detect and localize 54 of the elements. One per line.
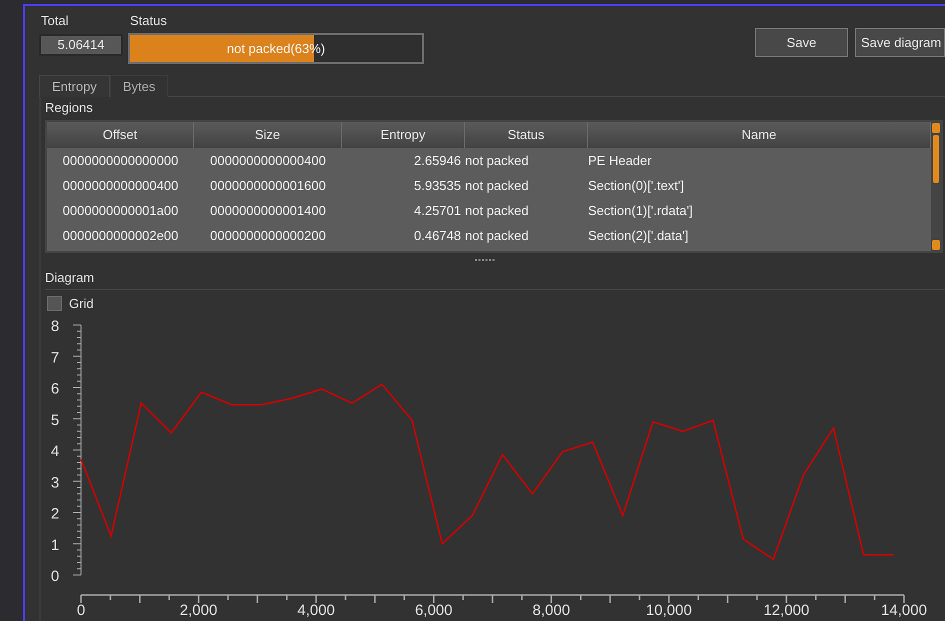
save-button[interactable]: Save <box>755 28 848 57</box>
table-cell-text: not packed <box>465 177 530 195</box>
y-tick-label: 8 <box>50 318 60 335</box>
grid-label[interactable]: Grid <box>69 296 94 310</box>
column-header[interactable]: Size <box>194 122 342 148</box>
table-cell-text: not packed <box>465 202 530 220</box>
x-tick-label: 6,000 <box>414 602 452 619</box>
column-header[interactable]: Offset <box>47 122 194 148</box>
y-tick-label: 6 <box>50 380 60 398</box>
scrollbar[interactable] <box>931 122 941 251</box>
table-cell-text: 0000000000001400 <box>209 202 327 220</box>
table-cell-text: 0000000000001600 <box>209 177 327 195</box>
y-tick-label: 1 <box>50 536 60 554</box>
y-tick-label: 3 <box>50 474 60 492</box>
table-cell-text: Section(0)['.text'] <box>588 177 686 195</box>
save-button[interactable]: Save diagram <box>855 28 945 57</box>
diagram-label: Diagram <box>45 269 96 287</box>
tab[interactable]: Entropy <box>39 75 110 97</box>
x-tick-label: 8,000 <box>532 602 570 619</box>
x-tick-label: 14,000 <box>881 602 927 619</box>
x-tick-label: 2,000 <box>180 602 218 619</box>
table-cell-text: 4.25701 <box>413 202 462 220</box>
tab[interactable]: Bytes <box>110 75 168 97</box>
table-cell-text: 0000000000001a00 <box>62 202 180 220</box>
table-cell-text: 0000000000000400 <box>209 152 327 170</box>
table-cell-text: PE Header <box>588 152 653 170</box>
table-cell-text: Section(1)['.rdata'] <box>588 202 694 220</box>
grid-checkbox[interactable] <box>47 296 62 310</box>
table-cell-text: 2.65946 <box>413 152 462 170</box>
table-cell-text: 0000000000000000 <box>62 152 180 170</box>
column-header[interactable]: Status <box>465 122 588 148</box>
table-cell-text: Section(2)['.data'] <box>588 227 690 245</box>
table-cell-text: 0000000000000400 <box>62 177 180 195</box>
status-label: Status <box>130 14 168 28</box>
table-cell-text: 5.93535 <box>413 177 462 195</box>
splitter-handle-icon[interactable] <box>475 258 495 262</box>
table-cell-text: not packed <box>465 152 530 170</box>
total-field: 5.06414 <box>39 34 123 56</box>
x-tick-label: 4,000 <box>297 602 335 619</box>
y-tick-label: 0 <box>50 568 60 585</box>
y-tick-label: 7 <box>50 349 60 366</box>
x-tick-label: 12,000 <box>763 602 810 619</box>
table-cell-text: not packed <box>465 227 530 245</box>
table-cell-text: 0000000000002e00 <box>62 227 180 245</box>
regions-label: Regions <box>45 99 94 117</box>
total-label: Total <box>41 14 70 28</box>
x-tick-label: 0 <box>76 602 86 619</box>
table-cell-text: 0000000000000200 <box>209 227 327 245</box>
y-tick-label: 2 <box>50 506 60 522</box>
column-header[interactable]: Entropy <box>342 122 465 148</box>
y-tick-label: 4 <box>50 443 60 460</box>
table-cell-text: 0.46748 <box>413 227 462 245</box>
y-tick-label: 5 <box>50 412 60 429</box>
x-tick-label: 10,000 <box>646 602 692 619</box>
